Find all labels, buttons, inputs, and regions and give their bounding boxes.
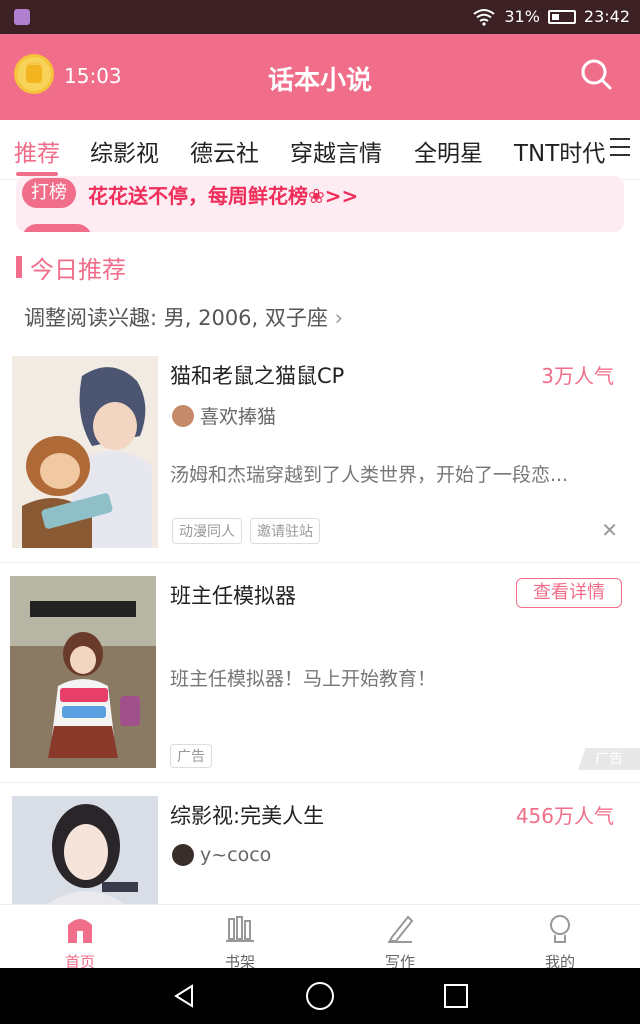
battery-icon [547,9,576,24]
promo-banner[interactable]: 打榜 花花送不停，每周鲜花榜❀>> [16,176,624,232]
book-tags: 动漫同人 邀请驻站 [172,518,320,544]
app-title: 话本小说 [267,66,372,96]
tab-tnt[interactable]: TNT时代 [514,134,605,168]
tab-time-travel-romance[interactable]: 穿越言情 [290,134,382,168]
tab-recommend[interactable]: 推荐 [14,134,60,168]
tab-deyunshe[interactable]: 德云社 [190,134,259,168]
book-author[interactable]: 喜欢捧猫 [172,402,276,429]
bottom-navigation: 首页 书架 写作 我的 [0,904,640,971]
nav-write[interactable]: 写作 [360,913,440,972]
chevron-right-icon: › [334,306,343,330]
book-cover[interactable] [12,796,158,904]
section-title: 今日推荐 [30,256,126,284]
ad-label: 广告 [170,744,212,768]
home-circle-icon[interactable] [304,980,336,1012]
book-cover[interactable] [12,356,158,548]
banner-tag-next [22,224,92,232]
view-details-button[interactable]: 查看详情 [516,578,622,608]
status-time: 23:42 [583,7,630,26]
divider [0,782,640,783]
author-name: y~coco [200,844,272,866]
tag-chip[interactable]: 邀请驻站 [250,518,320,544]
home-icon [68,919,92,943]
ad-cover[interactable] [10,576,156,768]
close-icon[interactable]: ✕ [601,518,618,542]
nav-home[interactable]: 首页 [40,913,120,972]
book-author[interactable]: y~coco [172,844,271,866]
nav-profile[interactable]: 我的 [520,913,600,972]
ad-title: 班主任模拟器 [170,584,296,608]
nav-bookshelf[interactable]: 书架 [200,913,280,972]
gallery-icon [14,9,30,25]
banner-text: 花花送不停，每周鲜花榜❀>> [88,184,359,208]
app-header: 15:03 话本小说 [0,34,640,120]
author-avatar [172,404,194,427]
section-marker [16,256,22,278]
banner-tag: 打榜 [22,178,76,208]
back-icon[interactable] [170,982,198,1010]
ad-description: 班主任模拟器！马上开始教育！ [170,668,437,690]
menu-icon[interactable] [610,138,630,158]
book-popularity: 3万人气 [541,364,614,388]
system-navigation-bar [0,968,640,1024]
ad-corner-badge: 广告 [578,748,640,770]
author-name: 喜欢捧猫 [200,406,277,428]
tab-film-tv[interactable]: 综影视 [90,134,159,168]
prefs-text: 调整阅读兴趣: 男, 2006, 双子座 [24,306,328,330]
wifi-icon [473,8,495,26]
pen-icon [388,915,414,943]
profile-icon [550,915,570,943]
book-popularity: 456万人气 [515,804,614,828]
divider [0,562,640,563]
status-right: 31% 23:42 [472,7,630,26]
battery-percent: 31% [504,7,540,26]
book-description: 汤姆和杰瑞穿越到了人类世界，开始了一段恋... [170,464,569,486]
status-bar: 31% 23:42 [0,0,640,34]
recents-icon[interactable] [442,982,470,1010]
book-title: 猫和老鼠之猫鼠CP [170,364,345,388]
search-icon[interactable] [580,58,612,90]
tab-all-stars[interactable]: 全明星 [414,134,483,168]
tag-chip[interactable]: 动漫同人 [172,518,242,544]
book-title: 综影视:完美人生 [170,804,325,828]
author-avatar [172,844,194,866]
category-tabs: 推荐 综影视 德云社 穿越言情 全明星 TNT时代 [0,120,640,180]
reading-preferences-link[interactable]: 调整阅读兴趣: 男, 2006, 双子座 › [24,302,343,332]
bookshelf-icon [226,916,254,942]
